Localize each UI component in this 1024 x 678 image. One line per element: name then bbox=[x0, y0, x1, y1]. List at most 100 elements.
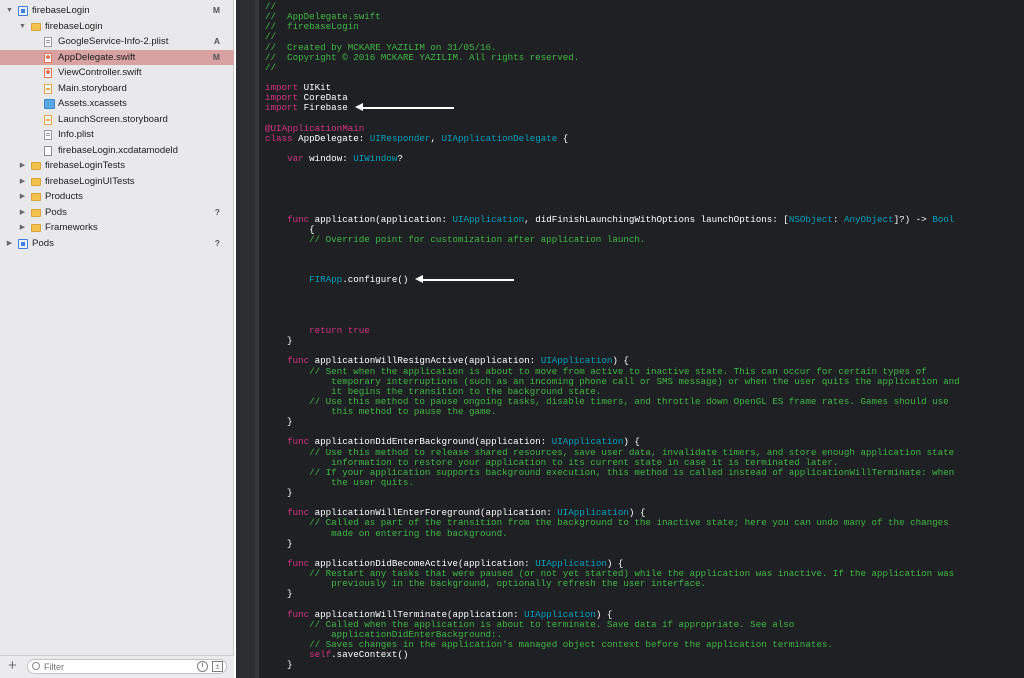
code-line[interactable]: import CoreData bbox=[265, 93, 1020, 103]
navigator-item-label: firebaseLoginTests bbox=[45, 160, 125, 171]
navigator-item[interactable]: Info.plist bbox=[0, 127, 234, 143]
code-token: Bool bbox=[932, 213, 955, 225]
swift-icon bbox=[44, 52, 52, 63]
disclosure-collapsed-icon[interactable]: ▶ bbox=[18, 189, 27, 205]
navigator-item[interactable]: ▶ Products bbox=[0, 189, 234, 205]
navigator-item[interactable]: LaunchScreen.storyboard bbox=[0, 112, 234, 128]
code-line[interactable] bbox=[265, 316, 1020, 326]
file-tree: ▼ firebaseLogin M ▼ firebaseLogin GoogleServi… bbox=[0, 3, 234, 251]
code-token: previously in the background, optionally… bbox=[265, 578, 707, 590]
code-token: ]?) -> bbox=[893, 213, 933, 225]
navigator-item[interactable]: Main.storyboard bbox=[0, 81, 234, 97]
code-token: made on entering the background. bbox=[265, 527, 508, 539]
code-line[interactable] bbox=[265, 286, 1020, 296]
navigator-filter-bar: + ± bbox=[0, 655, 234, 678]
code-line[interactable]: } bbox=[265, 417, 1020, 427]
navigator-item-label: Pods bbox=[45, 206, 67, 218]
navigator-item-label: Info.plist bbox=[58, 129, 94, 140]
code-line[interactable]: // AppDelegate.swift bbox=[265, 12, 1020, 22]
navigator-item[interactable]: firebaseLogin.xcdatamodeld bbox=[0, 143, 234, 159]
code-token: UIResponder bbox=[369, 132, 431, 144]
storyboard-icon bbox=[44, 83, 52, 94]
navigator-item[interactable]: ▶ Pods? bbox=[0, 205, 234, 221]
source-editor[interactable]: // // AppDelegate.swift// firebaseLogin //… bbox=[236, 0, 1024, 678]
code-token: // Copyright © 2016 MCKARE YAZILIM. All … bbox=[265, 51, 580, 63]
filter-input[interactable] bbox=[44, 660, 184, 673]
swift-icon bbox=[44, 68, 52, 78]
code-line[interactable]: previously in the background, optionally… bbox=[265, 579, 1020, 589]
code-line[interactable] bbox=[265, 245, 1020, 255]
code-line[interactable]: // firebaseLogin bbox=[265, 22, 1020, 32]
code-line[interactable] bbox=[265, 194, 1020, 204]
code-line[interactable]: } bbox=[265, 538, 1020, 549]
plist-icon bbox=[44, 37, 52, 47]
code-line[interactable]: the user quits. bbox=[265, 477, 1020, 488]
code-line[interactable] bbox=[265, 184, 1020, 194]
code-token: // Override point for customization afte… bbox=[309, 233, 646, 245]
code-line[interactable] bbox=[265, 255, 1020, 265]
code-line[interactable]: this method to pause the game. bbox=[265, 406, 1020, 417]
disclosure-collapsed-icon[interactable]: ▶ bbox=[18, 220, 27, 236]
code-line[interactable]: class AppDelegate: UIResponder, UIApplic… bbox=[265, 132, 1020, 144]
storyboard-icon bbox=[44, 114, 52, 125]
navigator-item[interactable]: ▶ Pods? bbox=[0, 236, 234, 252]
code-token: return bbox=[309, 325, 343, 336]
code-line[interactable] bbox=[265, 296, 1020, 306]
disclosure-collapsed-icon[interactable]: ▶ bbox=[5, 236, 14, 252]
code-line[interactable]: } bbox=[265, 487, 1020, 498]
navigator-item-label: Main.storyboard bbox=[58, 82, 127, 94]
navigator-item[interactable]: GoogleService-Info-2.plist A bbox=[0, 34, 234, 50]
scm-status-badge: ? bbox=[214, 206, 220, 217]
navigator-item[interactable]: ▼ firebaseLogin M bbox=[0, 3, 234, 19]
navigator-item[interactable]: ▶ Frameworks bbox=[0, 220, 234, 236]
navigator-item-label: GoogleService-Info-2.plist bbox=[58, 36, 169, 47]
disclosure-collapsed-icon[interactable]: ▶ bbox=[18, 158, 27, 174]
code-line[interactable]: // Copyright © 2016 MCKARE YAZILIM. All … bbox=[265, 51, 1020, 63]
code-token: AppDelegate: bbox=[292, 132, 370, 144]
add-file-button[interactable]: + bbox=[8, 658, 17, 674]
code-line[interactable]: } bbox=[265, 660, 1020, 670]
code-line[interactable]: // Override point for customization afte… bbox=[265, 233, 1020, 245]
xcode-window: ▼ firebaseLogin M ▼ firebaseLogin GoogleServi… bbox=[0, 0, 1024, 678]
code-line[interactable] bbox=[265, 174, 1020, 184]
code-line[interactable]: } bbox=[265, 336, 1020, 346]
code-line[interactable] bbox=[265, 113, 1020, 123]
code-line[interactable]: import Firebase bbox=[265, 103, 1020, 113]
code-line[interactable]: // bbox=[265, 62, 1020, 73]
code-token: AnyObject bbox=[843, 213, 894, 225]
navigator-item[interactable]: ViewController.swift bbox=[0, 65, 234, 81]
recent-files-icon[interactable] bbox=[197, 661, 208, 672]
source-control-filter-icon[interactable]: ± bbox=[212, 661, 223, 672]
code-line[interactable]: import UIKit bbox=[265, 82, 1020, 93]
scm-status-badge: ? bbox=[214, 237, 220, 248]
code-line[interactable] bbox=[265, 306, 1020, 316]
code-line[interactable]: self.saveContext() bbox=[265, 649, 1020, 660]
disclosure-collapsed-icon[interactable]: ▶ bbox=[18, 205, 27, 221]
code-token: FIRApp bbox=[309, 274, 343, 286]
disclosure-expanded-icon[interactable]: ▼ bbox=[5, 3, 14, 19]
navigator-item[interactable]: AppDelegate.swift M bbox=[0, 49, 234, 65]
code-line[interactable] bbox=[265, 73, 1020, 83]
disclosure-collapsed-icon[interactable]: ▶ bbox=[18, 174, 27, 190]
disclosure-expanded-icon[interactable]: ▼ bbox=[18, 19, 27, 35]
navigator-item-label: Pods bbox=[32, 237, 54, 249]
navigator-item[interactable]: ▶ firebaseLoginUITests bbox=[0, 174, 234, 190]
code-token: this method to pause the game. bbox=[265, 406, 497, 417]
navigator-item[interactable]: ▼ firebaseLogin bbox=[0, 19, 234, 35]
project-navigator: ▼ firebaseLogin M ▼ firebaseLogin GoogleServi… bbox=[0, 0, 234, 678]
code-area[interactable]: // // AppDelegate.swift// firebaseLogin //… bbox=[265, 1, 1020, 670]
code-line[interactable]: made on entering the background. bbox=[265, 527, 1020, 539]
code-line[interactable]: func application(application: UIApplicat… bbox=[265, 213, 1020, 225]
code-line[interactable]: return true bbox=[265, 325, 1020, 336]
navigator-item-label: firebaseLogin.xcdatamodeld bbox=[58, 144, 179, 156]
navigator-item[interactable]: Assets.xcassets bbox=[0, 96, 234, 112]
code-line[interactable]: } bbox=[265, 589, 1020, 599]
code-line[interactable] bbox=[265, 164, 1020, 174]
filter-field[interactable]: ± bbox=[27, 659, 227, 674]
plist-icon bbox=[44, 130, 52, 140]
code-line[interactable]: var window: UIWindow? bbox=[265, 153, 1020, 164]
code-line[interactable]: FIRApp.configure() bbox=[265, 275, 1020, 285]
folder-icon bbox=[31, 208, 41, 217]
navigator-item[interactable]: ▶ firebaseLoginTests bbox=[0, 158, 234, 174]
